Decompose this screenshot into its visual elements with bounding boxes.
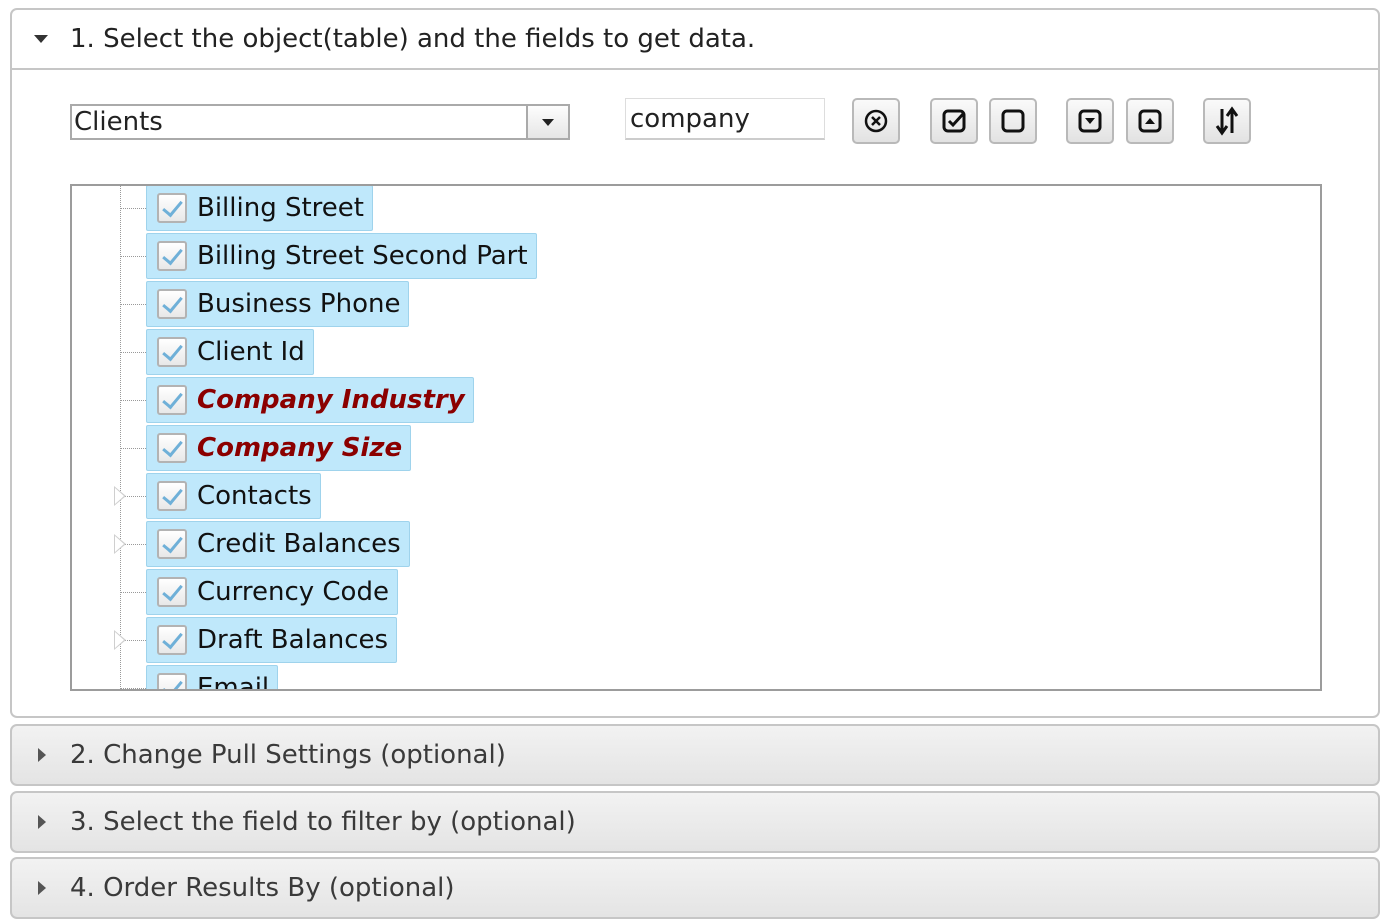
checkbox-checked-icon[interactable] bbox=[157, 289, 187, 319]
tree-node: Contacts bbox=[114, 472, 321, 520]
tree-item[interactable]: Business Phone bbox=[146, 281, 410, 327]
section-header-3[interactable]: 3. Select the field to filter by (option… bbox=[12, 793, 1378, 851]
tree-item-label: Credit Balances bbox=[197, 529, 401, 559]
object-select[interactable]: Clients bbox=[70, 104, 570, 140]
checkbox-checked-icon[interactable] bbox=[157, 625, 187, 655]
tree-node: Email bbox=[120, 664, 279, 691]
checkbox-checked-icon bbox=[942, 109, 966, 133]
tree-connector-dash bbox=[120, 207, 146, 209]
section-filter-field[interactable]: 3. Select the field to filter by (option… bbox=[10, 791, 1380, 853]
section-title: 4. Order Results By (optional) bbox=[70, 873, 455, 903]
tree-item-label: Billing Street Second Part bbox=[197, 241, 528, 271]
tree-connector-dash bbox=[120, 447, 146, 449]
section-title: 1. Select the object(table) and the fiel… bbox=[70, 24, 756, 54]
clear-search-button[interactable] bbox=[852, 98, 900, 144]
expand-node-icon[interactable] bbox=[114, 630, 126, 650]
sort-arrows-icon bbox=[1215, 106, 1239, 136]
tree-connector-dash bbox=[120, 591, 146, 593]
sort-button[interactable] bbox=[1203, 98, 1251, 144]
tree-item-label: Currency Code bbox=[197, 577, 389, 607]
tree-item-label: Client Id bbox=[197, 337, 305, 367]
checkbox-checked-icon[interactable] bbox=[157, 385, 187, 415]
tree-connector-dash bbox=[120, 303, 146, 305]
tree-connector-dash bbox=[120, 687, 146, 689]
tree-node: Billing Street bbox=[120, 186, 373, 232]
toolbar: Clients bbox=[70, 96, 1378, 146]
tree-item-label: Company Industry bbox=[197, 385, 465, 415]
tree-item[interactable]: Currency Code bbox=[146, 569, 398, 615]
square-chevron-up-icon bbox=[1138, 109, 1162, 133]
checkbox-checked-icon[interactable] bbox=[157, 241, 187, 271]
tree-item[interactable]: Email bbox=[146, 665, 279, 691]
tree-node: Company Industry bbox=[120, 376, 474, 424]
expand-node-icon[interactable] bbox=[114, 486, 126, 506]
search-input[interactable] bbox=[625, 98, 825, 140]
chevron-down-icon[interactable] bbox=[526, 106, 568, 138]
expand-node-icon[interactable] bbox=[114, 534, 126, 554]
caret-right-icon bbox=[34, 815, 48, 829]
tree-node: Credit Balances bbox=[114, 520, 410, 568]
tree-connector-dash bbox=[120, 255, 146, 257]
tree-item[interactable]: Credit Balances bbox=[146, 521, 410, 567]
tree-item-label: Company Size bbox=[197, 433, 403, 463]
tree-node: Client Id bbox=[120, 328, 314, 376]
check-all-button[interactable] bbox=[930, 98, 978, 144]
checkbox-checked-icon[interactable] bbox=[157, 337, 187, 367]
expand-all-button[interactable] bbox=[1066, 98, 1114, 144]
checkbox-checked-icon[interactable] bbox=[157, 577, 187, 607]
section-title: 2. Change Pull Settings (optional) bbox=[70, 740, 506, 770]
checkbox-checked-icon[interactable] bbox=[157, 673, 187, 689]
tree-item-label: Contacts bbox=[197, 481, 312, 511]
tree-item-label: Billing Street bbox=[197, 193, 364, 223]
field-tree[interactable]: Billing Street Billing Street Second Part… bbox=[70, 184, 1322, 691]
tree-item[interactable]: Contacts bbox=[146, 473, 321, 519]
tree-item-label: Email bbox=[197, 673, 270, 691]
tree-item-label: Draft Balances bbox=[197, 625, 389, 655]
section-header-2[interactable]: 2. Change Pull Settings (optional) bbox=[12, 726, 1378, 784]
collapse-all-button[interactable] bbox=[1126, 98, 1174, 144]
caret-down-icon bbox=[34, 32, 48, 46]
tree-node: Business Phone bbox=[120, 280, 410, 328]
tree-item[interactable]: Draft Balances bbox=[146, 617, 398, 663]
tree-node: Currency Code bbox=[120, 568, 398, 616]
section-pull-settings[interactable]: 2. Change Pull Settings (optional) bbox=[10, 724, 1380, 786]
checkbox-checked-icon[interactable] bbox=[157, 481, 187, 511]
tree-node: Company Size bbox=[120, 424, 412, 472]
tree-connector-dash bbox=[120, 351, 146, 353]
tree-node: Draft Balances bbox=[114, 616, 398, 664]
section-select-object: 1. Select the object(table) and the fiel… bbox=[10, 8, 1380, 718]
section-header-4[interactable]: 4. Order Results By (optional) bbox=[12, 859, 1378, 917]
tree-item[interactable]: Billing Street bbox=[146, 186, 373, 231]
tree-item[interactable]: Billing Street Second Part bbox=[146, 233, 537, 279]
tree-item[interactable]: Client Id bbox=[146, 329, 314, 375]
checkbox-checked-icon[interactable] bbox=[157, 193, 187, 223]
uncheck-all-button[interactable] bbox=[989, 98, 1037, 144]
section-header-1[interactable]: 1. Select the object(table) and the fiel… bbox=[12, 10, 1378, 70]
tree-item[interactable]: Company Size bbox=[146, 425, 412, 471]
checkbox-checked-icon[interactable] bbox=[157, 529, 187, 559]
tree-connector-dash bbox=[120, 399, 146, 401]
square-chevron-down-icon bbox=[1078, 109, 1102, 133]
checkbox-checked-icon[interactable] bbox=[157, 433, 187, 463]
tree-node: Billing Street Second Part bbox=[120, 232, 537, 280]
object-select-value: Clients bbox=[74, 107, 163, 137]
tree-item-label: Business Phone bbox=[197, 289, 401, 319]
section-title: 3. Select the field to filter by (option… bbox=[70, 807, 576, 837]
caret-right-icon bbox=[34, 748, 48, 762]
checkbox-empty-icon bbox=[1001, 109, 1025, 133]
section-order-results[interactable]: 4. Order Results By (optional) bbox=[10, 857, 1380, 919]
circle-x-icon bbox=[864, 109, 888, 133]
tree-item[interactable]: Company Industry bbox=[146, 377, 474, 423]
caret-right-icon bbox=[34, 881, 48, 895]
